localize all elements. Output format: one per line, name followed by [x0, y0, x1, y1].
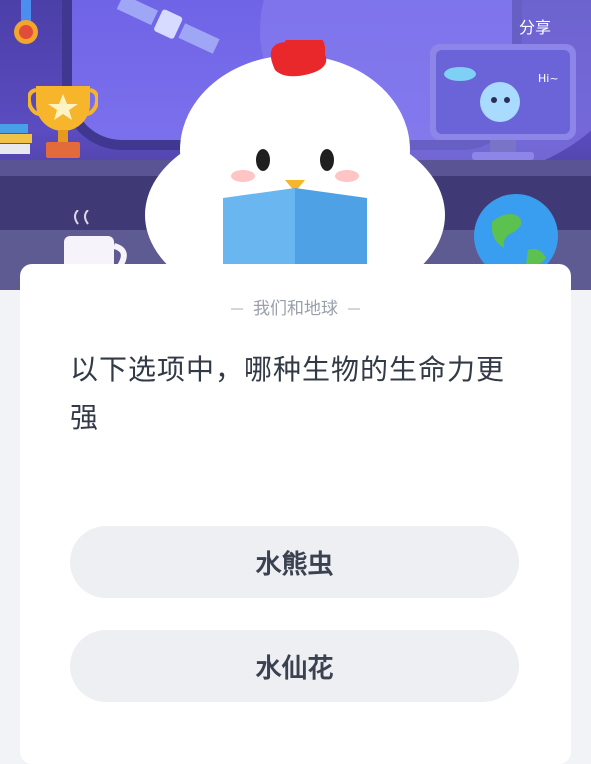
hero-illustration: Hi~ 分享 — [0, 0, 591, 290]
monitor-greeting: Hi~ — [538, 72, 559, 85]
quiz-category-label: 我们和地球 — [253, 299, 338, 319]
divider-left — [231, 308, 243, 310]
divider-right — [348, 308, 360, 310]
quiz-category: 我们和地球 — [20, 294, 571, 319]
medal-icon — [14, 0, 38, 44]
answer-option-1[interactable]: 水熊虫 — [70, 526, 519, 598]
share-button[interactable]: 分享 — [519, 14, 551, 38]
quiz-question: 以下选项中，哪种生物的生命力更强 — [70, 353, 506, 434]
quiz-card: 我们和地球 以下选项中，哪种生物的生命力更强 水熊虫 水仙花 — [20, 264, 571, 764]
mascot-chick-icon — [145, 40, 445, 290]
books-icon — [0, 124, 32, 154]
answer-option-2[interactable]: 水仙花 — [70, 630, 519, 702]
